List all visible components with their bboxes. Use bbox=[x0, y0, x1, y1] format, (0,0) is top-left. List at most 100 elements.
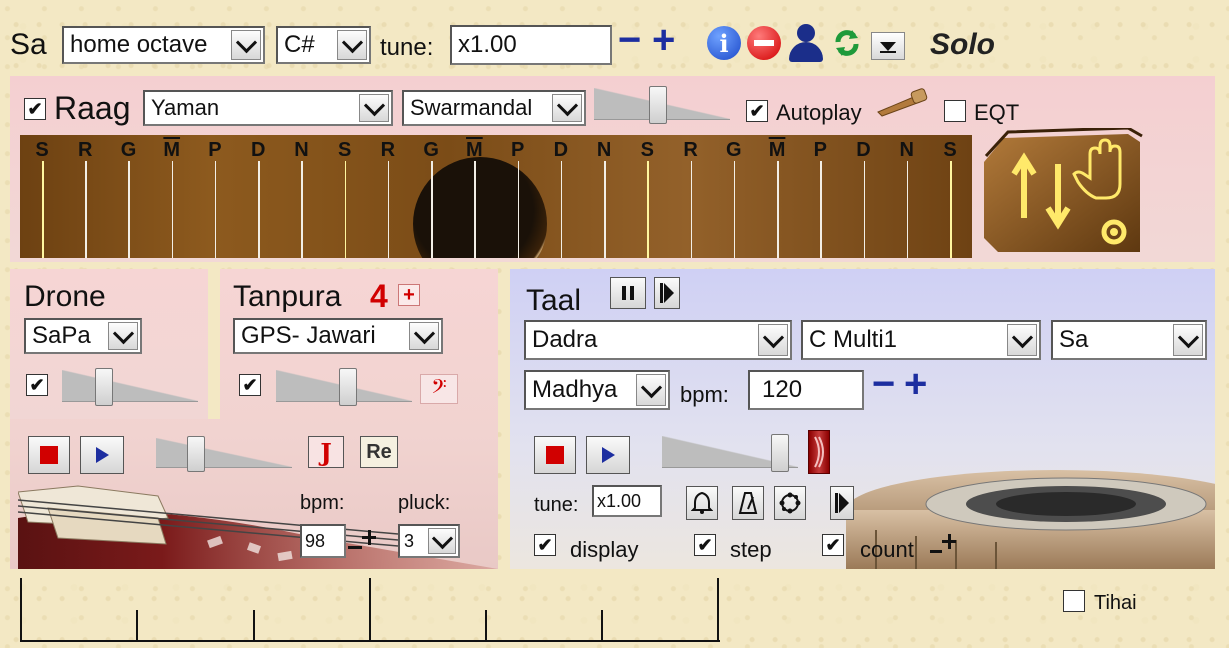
swarmandal-string[interactable] bbox=[387, 161, 390, 258]
instrument-select[interactable]: Swarmandal bbox=[402, 90, 586, 126]
count-checkbox[interactable]: ✔ bbox=[822, 534, 844, 556]
solo-label[interactable]: Solo bbox=[930, 28, 995, 62]
chevron-down-icon bbox=[231, 30, 261, 60]
swarmandal-note-label: G bbox=[120, 139, 137, 161]
taal-play-button[interactable] bbox=[586, 436, 630, 474]
chevron-down-icon bbox=[428, 528, 456, 554]
raag-checkbox[interactable]: ✔ bbox=[24, 98, 46, 120]
metronome-button[interactable] bbox=[732, 486, 764, 520]
swarmandal-string[interactable] bbox=[42, 161, 44, 258]
drone-checkbox[interactable]: ✔ bbox=[26, 374, 48, 396]
tune-increase-button[interactable]: + bbox=[652, 20, 675, 60]
swarmandal-string[interactable] bbox=[950, 161, 952, 258]
swarmandal-string[interactable] bbox=[214, 161, 217, 258]
taal-next-button[interactable] bbox=[830, 486, 854, 520]
beat-tick-minor bbox=[601, 610, 603, 642]
swarmandal-string[interactable] bbox=[604, 161, 606, 258]
striker-icon[interactable] bbox=[876, 88, 928, 118]
swarmandal-string[interactable] bbox=[733, 161, 736, 258]
display-checkbox[interactable]: ✔ bbox=[534, 534, 556, 556]
taal-tune-value: x1.00 bbox=[597, 490, 642, 511]
swarmandal-string[interactable] bbox=[474, 161, 476, 258]
bell-button[interactable] bbox=[686, 486, 718, 520]
swarmandal-string[interactable] bbox=[344, 161, 347, 258]
taal-step-forward-button[interactable] bbox=[654, 277, 680, 309]
chevron-down-icon bbox=[359, 94, 389, 122]
taal-volume-slider[interactable] bbox=[662, 434, 798, 472]
refresh-icon[interactable] bbox=[832, 28, 862, 58]
tanpura-bpm-stepper[interactable] bbox=[346, 526, 380, 556]
tanpura-play-button[interactable] bbox=[80, 436, 124, 474]
key-select[interactable]: C# bbox=[276, 26, 371, 64]
slider-thumb[interactable] bbox=[771, 434, 789, 472]
taal-start-select-value: Sa bbox=[1059, 326, 1089, 353]
swarmandal-string[interactable] bbox=[301, 161, 303, 258]
swarmandal-note-label: S bbox=[943, 139, 957, 161]
swarmandal-note-label: S bbox=[337, 139, 352, 161]
swarmandal-string[interactable] bbox=[820, 161, 822, 258]
swarmandal-string[interactable] bbox=[85, 161, 87, 258]
tanpura-stop-button[interactable] bbox=[28, 436, 70, 474]
tanpura-volume-slider[interactable] bbox=[276, 368, 412, 406]
swarmandal-string[interactable] bbox=[906, 161, 909, 258]
instrument-select-value: Swarmandal bbox=[410, 95, 533, 120]
taal-bpm-increase-button[interactable]: + bbox=[904, 364, 927, 404]
user-icon[interactable] bbox=[788, 24, 824, 62]
swarmandal-control-icon[interactable] bbox=[978, 126, 1146, 256]
bass-clef-icon[interactable]: 𝄢 bbox=[420, 374, 458, 404]
swarmandal-board[interactable]: SRGMPDNSRGMPDNSRGMPDNS bbox=[20, 135, 972, 258]
swarmandal-string[interactable] bbox=[171, 161, 174, 258]
taal-select[interactable]: Dadra bbox=[524, 320, 792, 360]
taal-sound-icon[interactable] bbox=[808, 430, 830, 474]
taal-pause-button[interactable] bbox=[610, 277, 646, 309]
laya-select[interactable]: Madhya bbox=[524, 370, 670, 410]
taal-start-select[interactable]: Sa bbox=[1051, 320, 1207, 360]
dropdown-menu-icon[interactable] bbox=[871, 32, 905, 60]
swarmandal-string[interactable] bbox=[777, 161, 779, 258]
tihai-checkbox[interactable] bbox=[1063, 590, 1085, 612]
octave-select[interactable]: home octave bbox=[62, 26, 265, 64]
re-button[interactable]: Re bbox=[360, 436, 398, 468]
swarmandal-string[interactable] bbox=[128, 161, 130, 258]
tanpura-select[interactable]: GPS- Jawari bbox=[233, 318, 443, 354]
taal-bpm-decrease-button[interactable]: − bbox=[872, 364, 895, 404]
autoplay-checkbox[interactable]: ✔ bbox=[746, 100, 768, 122]
eqt-checkbox[interactable] bbox=[944, 100, 966, 122]
raag-volume-slider[interactable] bbox=[594, 86, 730, 124]
drone-volume-slider[interactable] bbox=[62, 368, 198, 406]
tune-input[interactable]: x1.00 bbox=[450, 25, 612, 65]
swarmandal-string[interactable] bbox=[560, 161, 563, 258]
swarmandal-string[interactable] bbox=[647, 161, 649, 258]
chevron-down-icon bbox=[636, 374, 666, 406]
taal-tune-input[interactable]: x1.00 bbox=[592, 485, 662, 517]
swarmandal-string[interactable] bbox=[258, 161, 260, 258]
stop-sign-icon[interactable] bbox=[747, 26, 781, 60]
tanpura-bpm-input[interactable]: 98 bbox=[300, 524, 346, 558]
tanpura-add-button[interactable]: + bbox=[398, 284, 420, 306]
swarmandal-note-label: M bbox=[163, 139, 181, 161]
play-icon bbox=[96, 447, 109, 463]
tune-decrease-button[interactable]: − bbox=[618, 20, 641, 60]
taal-bpm-input[interactable]: 120 bbox=[748, 370, 864, 410]
slider-thumb[interactable] bbox=[649, 86, 667, 124]
drone-select[interactable]: SaPa bbox=[24, 318, 142, 354]
taal-kit-select[interactable]: C Multi1 bbox=[801, 320, 1041, 360]
swarmandal-string[interactable] bbox=[863, 161, 866, 258]
swarmandal-note-label: G bbox=[726, 139, 742, 161]
step-checkbox[interactable]: ✔ bbox=[694, 534, 716, 556]
cycle-button[interactable] bbox=[774, 486, 806, 520]
jawari-button[interactable]: J bbox=[308, 436, 344, 468]
slider-thumb[interactable] bbox=[339, 368, 357, 406]
swarmandal-string[interactable] bbox=[517, 161, 520, 258]
pluck-select[interactable]: 3 bbox=[398, 524, 460, 558]
info-icon[interactable]: i bbox=[707, 26, 741, 60]
tanpura-checkbox[interactable]: ✔ bbox=[239, 374, 261, 396]
slider-thumb[interactable] bbox=[95, 368, 113, 406]
slider-thumb[interactable] bbox=[187, 436, 205, 472]
tanpura-play-volume-slider[interactable] bbox=[156, 436, 292, 472]
taal-stop-button[interactable] bbox=[534, 436, 576, 474]
swarmandal-string[interactable] bbox=[431, 161, 433, 258]
raag-select[interactable]: Yaman bbox=[143, 90, 393, 126]
count-stepper[interactable] bbox=[928, 530, 962, 560]
swarmandal-string[interactable] bbox=[690, 161, 693, 258]
